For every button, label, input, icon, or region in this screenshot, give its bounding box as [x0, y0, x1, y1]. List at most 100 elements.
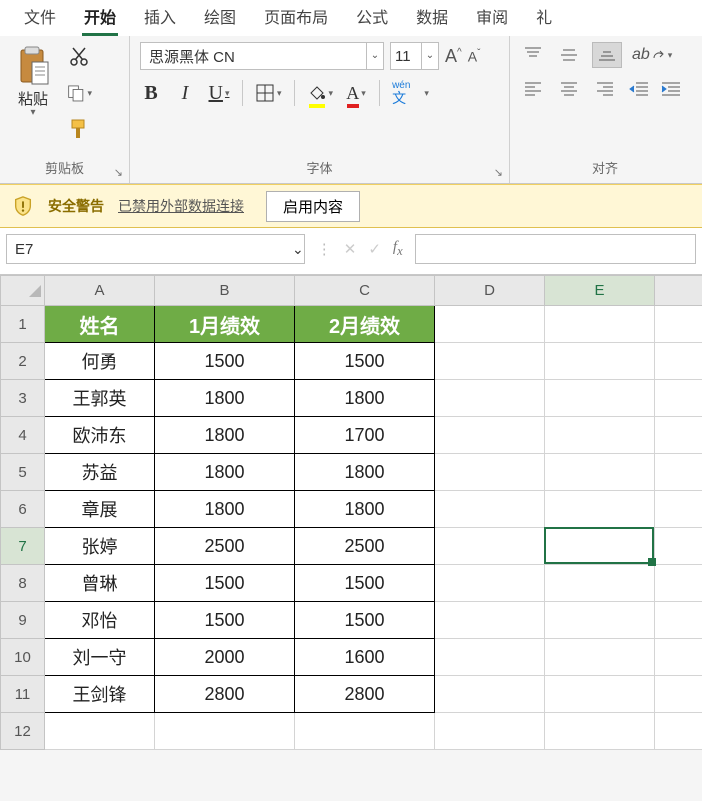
row-header-12[interactable]: 12	[1, 713, 45, 750]
cell-C2[interactable]: 1500	[295, 343, 435, 380]
cell-E7[interactable]	[545, 528, 655, 565]
chevron-down-icon[interactable]: ⌄	[292, 241, 304, 258]
cell-C11[interactable]: 2800	[295, 676, 435, 713]
menu-file[interactable]: 文件	[10, 0, 70, 36]
column-header-A[interactable]: A	[45, 276, 155, 306]
row-header-3[interactable]: 3	[1, 380, 45, 417]
cell-E9[interactable]	[545, 602, 655, 639]
cell-B5[interactable]: 1800	[155, 454, 295, 491]
increase-indent-button[interactable]	[660, 80, 682, 98]
decrease-indent-button[interactable]	[628, 80, 650, 98]
cell-B11[interactable]: 2800	[155, 676, 295, 713]
menu-truncated[interactable]: 礼	[522, 0, 552, 36]
cell-B8[interactable]: 1500	[155, 565, 295, 602]
chevron-down-icon[interactable]: ▾	[424, 88, 429, 99]
cell-C6[interactable]: 1800	[295, 491, 435, 528]
cell-D3[interactable]	[435, 380, 545, 417]
orientation-button[interactable]: ab ▾	[632, 46, 672, 64]
cell-A2[interactable]: 何勇	[45, 343, 155, 380]
cell-F8[interactable]	[655, 565, 702, 602]
cell-A4[interactable]: 欧沛东	[45, 417, 155, 454]
underline-button[interactable]: U▾	[208, 80, 230, 106]
align-bottom-button[interactable]	[592, 42, 622, 68]
cell-F1[interactable]	[655, 306, 702, 343]
cell-E2[interactable]	[545, 343, 655, 380]
row-header-1[interactable]: 1	[1, 306, 45, 343]
cell-B6[interactable]: 1800	[155, 491, 295, 528]
row-header-11[interactable]: 11	[1, 676, 45, 713]
cell-F9[interactable]	[655, 602, 702, 639]
cell-D1[interactable]	[435, 306, 545, 343]
row-header-7[interactable]: 7	[1, 528, 45, 565]
row-header-5[interactable]: 5	[1, 454, 45, 491]
cell-D2[interactable]	[435, 343, 545, 380]
cell-F10[interactable]	[655, 639, 702, 676]
cell-F6[interactable]	[655, 491, 702, 528]
font-size-value[interactable]: 11	[391, 48, 421, 65]
cell-A12[interactable]	[45, 713, 155, 750]
select-all-corner[interactable]	[1, 276, 45, 306]
cell-B3[interactable]: 1800	[155, 380, 295, 417]
enable-content-button[interactable]: 启用内容	[266, 191, 360, 222]
cell-B4[interactable]: 1800	[155, 417, 295, 454]
font-size-combo[interactable]: 11 ⌄	[390, 42, 439, 70]
cell-F3[interactable]	[655, 380, 702, 417]
formula-input[interactable]	[415, 234, 696, 264]
row-header-10[interactable]: 10	[1, 639, 45, 676]
cell-E8[interactable]	[545, 565, 655, 602]
align-left-button[interactable]	[520, 78, 546, 100]
cell-D7[interactable]	[435, 528, 545, 565]
cell-F5[interactable]	[655, 454, 702, 491]
cell-grid[interactable]: ABCDEF1姓名1月绩效2月绩效2何勇150015003王郭英18001800…	[0, 275, 702, 750]
cell-A10[interactable]: 刘一守	[45, 639, 155, 676]
dialog-launcher-icon[interactable]: ↘	[114, 166, 123, 179]
align-top-button[interactable]	[520, 44, 546, 66]
fill-color-button[interactable]: ▾	[307, 80, 334, 106]
row-header-9[interactable]: 9	[1, 602, 45, 639]
cell-B10[interactable]: 2000	[155, 639, 295, 676]
borders-button[interactable]: ▾	[255, 80, 282, 106]
cell-C4[interactable]: 1700	[295, 417, 435, 454]
menu-page-layout[interactable]: 页面布局	[250, 0, 342, 36]
cell-C1[interactable]: 2月绩效	[295, 306, 435, 343]
cell-C9[interactable]: 1500	[295, 602, 435, 639]
cell-E12[interactable]	[545, 713, 655, 750]
row-header-6[interactable]: 6	[1, 491, 45, 528]
cell-F12[interactable]	[655, 713, 702, 750]
cell-A11[interactable]: 王剑锋	[45, 676, 155, 713]
paste-button[interactable]: 粘贴 ▾	[10, 42, 56, 120]
cell-D11[interactable]	[435, 676, 545, 713]
align-right-button[interactable]	[592, 78, 618, 100]
insert-function-button[interactable]: fx	[393, 239, 403, 259]
cell-E4[interactable]	[545, 417, 655, 454]
format-painter-button[interactable]	[66, 116, 92, 142]
cell-D9[interactable]	[435, 602, 545, 639]
row-header-4[interactable]: 4	[1, 417, 45, 454]
cell-A7[interactable]: 张婷	[45, 528, 155, 565]
cell-C3[interactable]: 1800	[295, 380, 435, 417]
cell-A5[interactable]: 苏益	[45, 454, 155, 491]
cell-C12[interactable]	[295, 713, 435, 750]
cell-B1[interactable]: 1月绩效	[155, 306, 295, 343]
cell-C5[interactable]: 1800	[295, 454, 435, 491]
align-center-button[interactable]	[556, 78, 582, 100]
cell-D12[interactable]	[435, 713, 545, 750]
accept-formula-button[interactable]: ✓	[368, 240, 381, 258]
menu-formulas[interactable]: 公式	[342, 0, 402, 36]
chevron-down-icon[interactable]: ⌄	[366, 43, 383, 69]
column-header-B[interactable]: B	[155, 276, 295, 306]
warning-message-link[interactable]: 已禁用外部数据连接	[118, 196, 244, 216]
cell-C7[interactable]: 2500	[295, 528, 435, 565]
cell-D4[interactable]	[435, 417, 545, 454]
cell-C10[interactable]: 1600	[295, 639, 435, 676]
cell-D10[interactable]	[435, 639, 545, 676]
row-header-8[interactable]: 8	[1, 565, 45, 602]
shrink-font-button[interactable]: Aˇ	[468, 48, 481, 65]
cell-B9[interactable]: 1500	[155, 602, 295, 639]
row-header-2[interactable]: 2	[1, 343, 45, 380]
cell-D5[interactable]	[435, 454, 545, 491]
bold-button[interactable]: B	[140, 80, 162, 106]
chevron-down-icon[interactable]: ⌄	[421, 43, 438, 69]
column-header-C[interactable]: C	[295, 276, 435, 306]
dialog-launcher-icon[interactable]: ↘	[494, 166, 503, 179]
